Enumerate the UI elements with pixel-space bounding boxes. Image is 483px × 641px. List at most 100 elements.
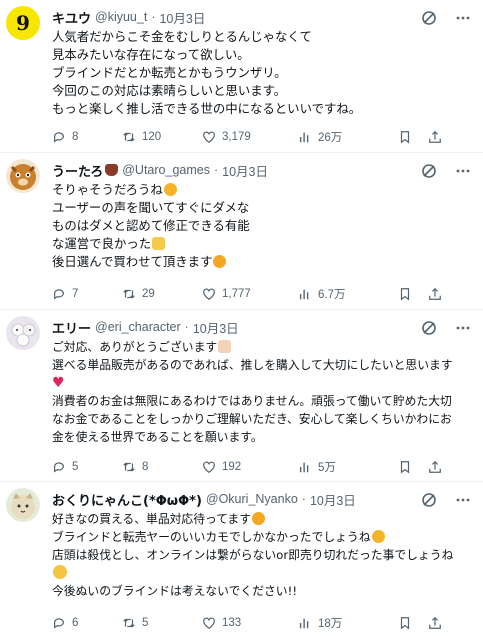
bookmark-icon <box>400 131 410 144</box>
reply-button[interactable]: 6 <box>52 616 122 630</box>
like-button[interactable]: 1,777 <box>202 287 298 301</box>
reply-icon <box>54 132 64 143</box>
retweet-button[interactable]: 5 <box>122 616 202 630</box>
avatar-number: 9 <box>16 11 30 35</box>
reply-button[interactable]: 8 <box>52 130 122 144</box>
retweet-icon <box>123 289 135 299</box>
author-name[interactable]: キユウ <box>52 8 91 27</box>
author-name[interactable]: エリー <box>52 318 91 337</box>
retweet-count: 5 <box>142 617 149 629</box>
tweet-date[interactable]: 10月3日 <box>310 490 356 509</box>
folded-hands-emoji-icon <box>218 340 232 353</box>
smiling-face-emoji-icon <box>213 255 227 268</box>
bookmark-icon <box>400 288 410 301</box>
tweet-actions: 8 120 3,179 26万 <box>52 120 471 154</box>
author-handle[interactable]: @eri_character <box>95 320 181 334</box>
bookmark-button[interactable] <box>398 130 428 144</box>
bookmark-button[interactable] <box>398 287 428 301</box>
tweet-text: そりゃそうだろうね ユーザーの声を聞いてすぐにダメな ものはダメと認めて修正でき… <box>52 181 471 271</box>
separator: · <box>213 163 219 177</box>
tweet-line: ご対応、ありがとうございます <box>52 340 218 354</box>
reply-count: 6 <box>72 617 79 629</box>
tweet[interactable]: 9 キユウ @kiyuu_t · 10月3日 人気者だからこそ金をむしりとるんじ… <box>0 0 483 153</box>
more-icon[interactable] <box>453 490 473 510</box>
more-icon[interactable] <box>453 161 473 181</box>
screaming-face-emoji-icon <box>53 565 67 579</box>
grok-icon[interactable] <box>419 161 439 181</box>
tweet-text: 人気者だからこそ金をむしりとるんじゃなくて 見本みたいな存在になって欲しい。 ブ… <box>52 28 471 118</box>
view-count: 26万 <box>318 132 343 144</box>
tweet-text: ご対応、ありがとうございます 選べる単品販売があるのであれば、推しを購入して大切… <box>52 338 471 446</box>
like-button[interactable]: 192 <box>202 460 298 474</box>
avatar[interactable] <box>6 316 40 350</box>
share-button[interactable] <box>428 287 442 301</box>
name-emoji-icon <box>105 164 119 176</box>
tweet[interactable]: うーたろ @Utaro_games · 10月3日 そりゃそうだろうね ユーザー… <box>0 153 483 310</box>
tweet-line: な運営で良かった <box>52 236 152 251</box>
tweet-line: 金を使える世界であることを願います。 <box>52 430 263 444</box>
tweet-line: 人気者だからこそ金をむしりとるんじゃなくて <box>52 29 312 44</box>
like-button[interactable]: 3,179 <box>202 130 298 144</box>
views-icon <box>299 462 309 473</box>
retweet-count: 29 <box>142 288 155 300</box>
share-icon <box>429 616 441 629</box>
views-icon <box>299 132 309 143</box>
reply-button[interactable]: 7 <box>52 287 122 301</box>
bookmark-icon <box>400 461 410 474</box>
share-button[interactable] <box>428 616 442 630</box>
tweet-date[interactable]: 10月3日 <box>159 8 205 27</box>
share-icon <box>429 287 441 300</box>
like-button[interactable]: 133 <box>202 616 298 630</box>
bookmark-button[interactable] <box>398 616 428 630</box>
grok-icon[interactable] <box>419 318 439 338</box>
tweet-date[interactable]: 10月3日 <box>222 161 268 180</box>
author-handle[interactable]: @Utaro_games <box>122 163 210 177</box>
tweet-line: 後日選んで買わせて頂きます <box>52 254 213 269</box>
author-handle[interactable]: @kiyuu_t <box>95 10 147 24</box>
more-icon[interactable] <box>453 318 473 338</box>
tweet-text: 好きなの買える、単品対応待ってます ブラインドと転売ヤーのいいカモでしかなかった… <box>52 510 471 600</box>
author-name[interactable]: おくりにゃんこ(*ΦωΦ*) <box>52 490 202 509</box>
tweet-line: なお金であることをしっかりご理解いただき、安心して楽しくちいかわにお <box>52 412 452 426</box>
tweet-line: 今後ぬいのブラインドは考えないでください!! <box>52 584 298 598</box>
views-button[interactable]: 18万 <box>298 615 398 631</box>
separator: · <box>301 492 306 506</box>
views-button[interactable]: 6.7万 <box>298 286 398 302</box>
share-button[interactable] <box>428 460 442 474</box>
header-icons <box>419 490 473 510</box>
like-count: 3,179 <box>222 131 251 143</box>
tweet[interactable]: おくりにゃんこ(*ΦωΦ*) @Okuri_Nyanko · 10月3日 好きな… <box>0 482 483 641</box>
tweet-line: 好きなの買える、単品対応待ってます <box>52 512 252 526</box>
red-heart-emoji-icon: ♥ <box>52 375 65 391</box>
retweet-button[interactable]: 8 <box>122 460 202 474</box>
retweet-button[interactable]: 29 <box>122 287 202 301</box>
reply-button[interactable]: 5 <box>52 460 122 474</box>
heart-icon <box>203 461 215 473</box>
reply-icon <box>54 618 64 629</box>
tweet-header: おくりにゃんこ(*ΦωΦ*) @Okuri_Nyanko · 10月3日 <box>52 490 471 509</box>
view-count: 18万 <box>318 618 343 630</box>
retweet-button[interactable]: 120 <box>122 130 202 144</box>
avatar[interactable]: 9 <box>6 6 40 40</box>
avatar[interactable] <box>6 159 40 193</box>
like-count: 133 <box>222 617 242 629</box>
relieved-face-emoji-icon <box>163 183 177 196</box>
tweet-date[interactable]: 10月3日 <box>193 318 239 337</box>
tweet[interactable]: エリー @eri_character · 10月3日 ご対応、ありがとうございま… <box>0 310 483 482</box>
avatar[interactable] <box>6 488 40 522</box>
more-icon[interactable] <box>453 8 473 28</box>
separator: · <box>184 320 189 334</box>
header-icons <box>419 8 473 28</box>
bookmark-button[interactable] <box>398 460 428 474</box>
author-name[interactable]: うーたろ <box>52 161 103 180</box>
view-count: 6.7万 <box>318 289 346 301</box>
bookmark-icon <box>400 617 410 630</box>
views-button[interactable]: 26万 <box>298 129 398 145</box>
grok-icon[interactable] <box>419 490 439 510</box>
views-icon <box>299 289 309 300</box>
tweet-actions: 7 29 1,777 6.7万 <box>52 277 471 311</box>
author-handle[interactable]: @Okuri_Nyanko <box>206 492 298 506</box>
views-button[interactable]: 5万 <box>298 459 398 475</box>
share-button[interactable] <box>428 130 442 144</box>
grok-icon[interactable] <box>419 8 439 28</box>
